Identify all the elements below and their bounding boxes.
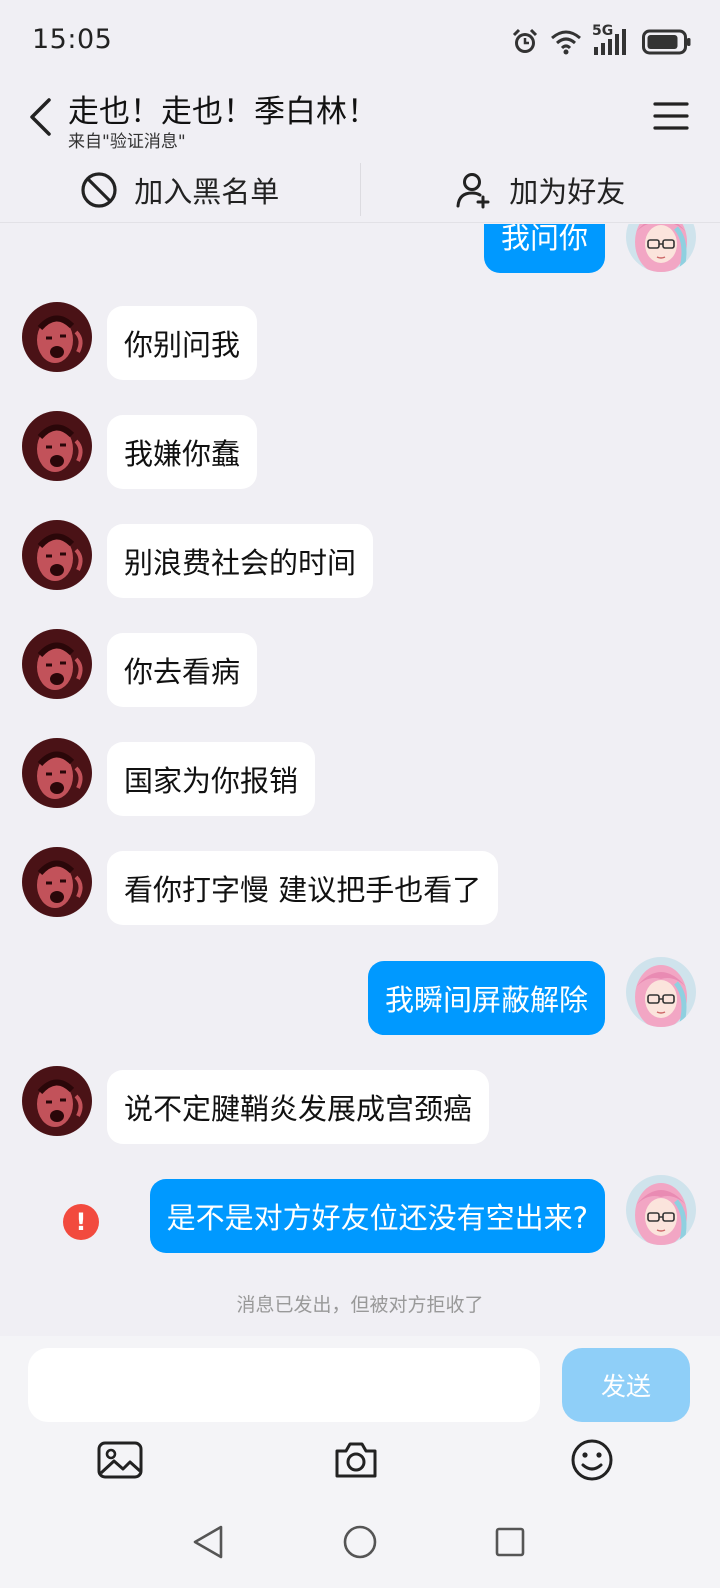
emoji-button[interactable]	[568, 1438, 616, 1482]
battery-icon	[642, 29, 692, 55]
add-friend-label: 加为好友	[509, 174, 626, 209]
chat-title: 走也！走也！季白林！	[68, 94, 378, 130]
nav-home-icon	[343, 1525, 377, 1559]
nav-back-icon	[193, 1525, 223, 1559]
message-bubble-incoming[interactable]: 我嫌你蠢	[107, 415, 258, 489]
self-avatar[interactable]	[626, 224, 696, 272]
message-input[interactable]	[28, 1348, 540, 1422]
hamburger-menu-icon	[653, 102, 689, 130]
contact-avatar-image	[22, 847, 92, 917]
contact-avatar[interactable]	[22, 847, 92, 917]
contact-avatar-image	[22, 1066, 92, 1136]
contact-avatar-image	[22, 411, 92, 481]
contact-avatar-image	[22, 629, 92, 699]
chat-subtitle: 来自"验证消息"	[68, 132, 186, 152]
status-time: 15:05	[32, 24, 113, 55]
message-bubble-incoming[interactable]: 国家为你报销	[107, 742, 316, 816]
nav-home-button[interactable]	[338, 1520, 382, 1564]
contact-avatar[interactable]	[22, 520, 92, 590]
chat-header: 走也！走也！季白林！ 来自"验证消息"	[0, 82, 720, 156]
image-button[interactable]	[96, 1438, 144, 1482]
self-avatar[interactable]	[626, 957, 696, 1027]
send-failed-icon[interactable]: !	[63, 1204, 99, 1240]
blacklist-label: 加入黑名单	[134, 174, 280, 209]
camera-button[interactable]	[332, 1438, 380, 1482]
input-bar: 发送	[0, 1336, 720, 1508]
block-icon	[81, 171, 117, 208]
send-button[interactable]: 发送	[562, 1348, 690, 1422]
image-icon	[97, 1441, 143, 1479]
contact-avatar[interactable]	[22, 629, 92, 699]
add-friend-button[interactable]: 加为好友	[361, 157, 720, 222]
contact-avatar-image	[22, 302, 92, 372]
message-bubble-incoming[interactable]: 说不定腱鞘炎发展成宫颈癌	[107, 1070, 490, 1144]
message-bubble-incoming[interactable]: 你别问我	[107, 306, 258, 380]
contact-avatar[interactable]	[22, 302, 92, 372]
camera-icon	[335, 1442, 377, 1478]
blacklist-button[interactable]: 加入黑名单	[0, 157, 360, 222]
contact-avatar-image	[22, 520, 92, 590]
message-bubble-incoming[interactable]: 你去看病	[107, 633, 258, 707]
rejected-notice: 消息已发出，但被对方拒收了	[236, 1294, 484, 1316]
message-bubble-outgoing[interactable]: 我瞬间屏蔽解除	[367, 961, 605, 1035]
alarm-icon	[510, 27, 540, 57]
message-bubble-outgoing[interactable]: 我问你	[483, 224, 605, 273]
system-navigation-bar	[0, 1508, 720, 1588]
back-button[interactable]	[18, 92, 62, 142]
action-bar: 加入黑名单 加为好友	[0, 157, 720, 223]
anime-girl-avatar-image	[626, 224, 696, 272]
nav-recents-button[interactable]	[488, 1520, 532, 1564]
chevron-left-icon	[30, 98, 51, 136]
contact-avatar-image	[22, 738, 92, 808]
emoji-icon	[571, 1439, 613, 1481]
wifi-icon	[550, 29, 582, 55]
add-user-icon	[456, 172, 490, 208]
nav-recents-icon	[495, 1527, 525, 1557]
contact-avatar[interactable]	[22, 738, 92, 808]
chat-messages[interactable]: 我问你 你别问我 我嫌你蠢 别浪费社会的时间 你去看病 国家为你报销 看你打字慢…	[0, 224, 720, 1336]
menu-button[interactable]	[652, 96, 690, 136]
message-bubble-incoming[interactable]: 看你打字慢 建议把手也看了	[107, 851, 499, 925]
anime-girl-avatar-image	[626, 1175, 696, 1245]
contact-avatar[interactable]	[22, 1066, 92, 1136]
message-bubble-outgoing[interactable]: 是不是对方好友位还没有空出来?	[149, 1179, 605, 1253]
message-bubble-incoming[interactable]: 别浪费社会的时间	[107, 524, 374, 598]
anime-girl-avatar-image	[626, 957, 696, 1027]
nav-back-button[interactable]	[186, 1520, 230, 1564]
status-icons: 5G	[510, 23, 692, 58]
status-bar: 15:05 5G	[0, 0, 720, 82]
signal-icon: 5G	[592, 23, 632, 57]
self-avatar[interactable]	[626, 1175, 696, 1245]
contact-avatar[interactable]	[22, 411, 92, 481]
